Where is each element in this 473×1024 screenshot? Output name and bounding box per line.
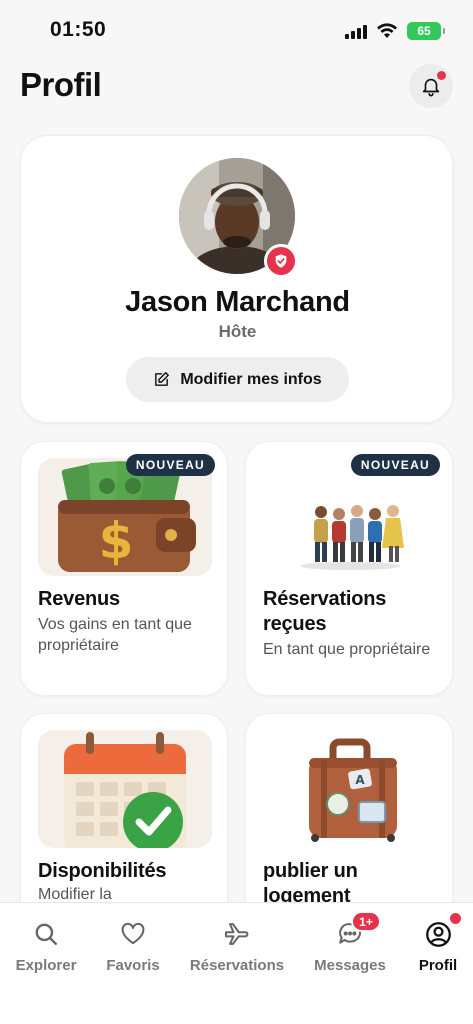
nav-favoris[interactable]: Favoris (83, 919, 183, 974)
messages-badge: 1+ (351, 911, 381, 932)
bottom-nav: Explorer Favoris Réservations 1+ Message… (0, 902, 473, 1024)
suitcase-icon: A (263, 730, 437, 848)
nav-label: Profil (418, 957, 458, 974)
profile-name: Jason Marchand (125, 286, 350, 318)
nav-reservations[interactable]: Réservations (187, 919, 287, 974)
profile-role: Hôte (218, 322, 257, 341)
edit-profile-label: Modifier mes infos (180, 370, 322, 388)
card-title: Disponibilités (38, 860, 167, 882)
airplane-icon (222, 919, 252, 949)
chat-icon: 1+ (335, 911, 381, 949)
card-title: Réservations reçues (263, 588, 387, 635)
card-subtitle: Vos gains en tant que propriétaire (38, 616, 192, 654)
status-bar: 01:50 65 (0, 0, 473, 62)
nav-label: Réservations (189, 957, 285, 974)
calendar-check-icon (38, 730, 212, 848)
nav-explorer[interactable]: Explorer (0, 919, 96, 974)
status-icons: 65 (345, 22, 445, 40)
new-badge: NOUVEAU (350, 454, 440, 476)
nav-messages[interactable]: 1+ Messages (300, 911, 400, 974)
revenue-card[interactable]: $ NOUVEAU Revenus Vos gains en tant que … (20, 441, 228, 696)
card-subtitle: En tant que propriétaire (263, 641, 431, 658)
profile-card: Jason Marchand Hôte Modifier mes infos (20, 135, 453, 423)
wifi-icon (377, 23, 397, 38)
signal-icon (345, 24, 367, 39)
nav-profil[interactable]: Profil (388, 913, 473, 974)
user-circle-icon (423, 913, 461, 949)
new-badge: NOUVEAU (125, 454, 215, 476)
edit-icon (155, 372, 170, 386)
bookings-received-card[interactable]: NOUVEAU Réservations reçues En tant que … (245, 441, 453, 696)
verified-badge (264, 244, 298, 278)
battery-icon: 65 (407, 22, 445, 40)
notifications-button[interactable] (409, 64, 453, 108)
battery-level: 65 (417, 24, 431, 38)
svg-text:A: A (355, 773, 365, 787)
page-title: Profil (20, 66, 102, 103)
nav-label: Messages (314, 957, 386, 974)
edit-profile-button[interactable]: Modifier mes infos (126, 357, 349, 402)
svg-text:$: $ (99, 512, 134, 570)
status-time: 01:50 (50, 18, 107, 41)
heart-icon (118, 919, 148, 949)
search-icon (31, 919, 61, 949)
nav-label: Favoris (106, 957, 160, 974)
shield-check-icon (275, 254, 287, 268)
card-title: Revenus (38, 588, 120, 610)
profile-notification-dot (450, 913, 461, 924)
notification-dot (437, 71, 446, 80)
nav-label: Explorer (15, 957, 77, 974)
